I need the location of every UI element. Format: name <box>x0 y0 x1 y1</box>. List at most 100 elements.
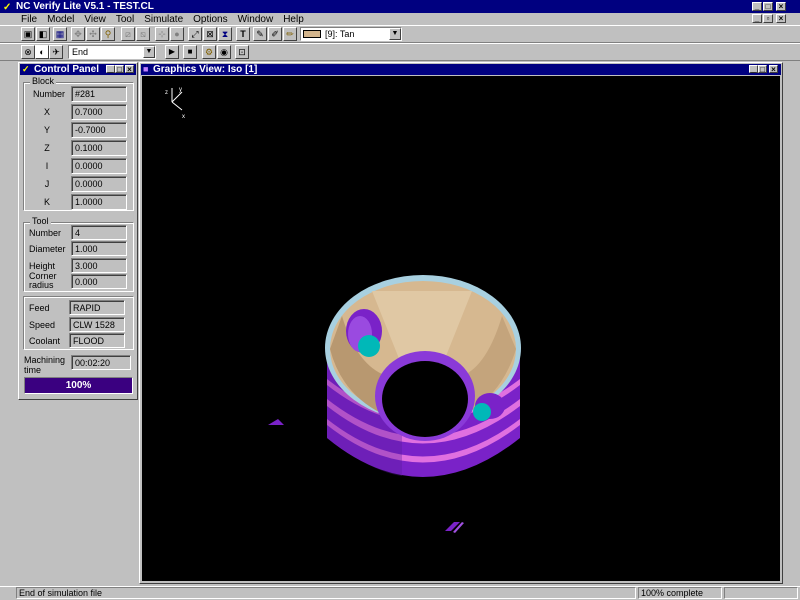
graphics-maximize-button[interactable]: □ <box>758 65 767 74</box>
save-icon[interactable]: ◧ <box>36 27 50 41</box>
tool-tip-left <box>358 335 380 357</box>
color-select[interactable]: [9]: Tan ▼ <box>300 27 402 41</box>
status-progress-text: 100% complete <box>641 588 704 598</box>
compare-icon[interactable]: ⊠ <box>203 27 217 41</box>
control-panel-title: Control Panel <box>34 64 100 75</box>
speed-field: CLW 1528 <box>69 317 125 332</box>
axis-y-label: y <box>179 87 182 93</box>
block-z-label: Z <box>44 143 50 153</box>
axis-x-label: x <box>182 114 185 120</box>
mode-select-value: End <box>72 47 89 57</box>
rewind-icon[interactable]: ◐ <box>35 45 49 59</box>
workpiece-model <box>325 275 521 477</box>
chip-fragment-1 <box>268 419 284 425</box>
section-icon[interactable]: ⧄ <box>121 27 135 41</box>
block-j-label: J <box>44 179 50 189</box>
graphics-canvas[interactable]: z y x <box>142 76 780 581</box>
mode-select[interactable]: End ▼ <box>68 45 156 59</box>
graphics-view-title: Graphics View: Iso [1] <box>153 64 258 75</box>
reset-icon[interactable]: ⊗ <box>21 45 35 59</box>
tool-corner-radius-label: Corner radius <box>29 271 57 290</box>
machining-time-field: 00:02:20 <box>71 355 131 370</box>
coolant-field: FLOOD <box>69 333 125 348</box>
app-title-bar: ✓ NC Verify Lite V5.1 - TEST.CL <box>0 0 800 13</box>
tool-color-icon[interactable]: ✏ <box>283 27 297 41</box>
progress-bar: 100% <box>24 377 133 394</box>
tool-select-icon[interactable]: ✎ <box>253 27 267 41</box>
doc-close-button[interactable]: × <box>776 14 786 23</box>
app-title: NC Verify Lite V5.1 - TEST.CL <box>16 1 154 12</box>
tool-icon[interactable]: T <box>236 27 250 41</box>
chevron-down-icon[interactable]: ▼ <box>143 46 155 58</box>
tool-tip-right <box>473 403 491 421</box>
tool-edit-icon[interactable]: ✐ <box>268 27 282 41</box>
doc-restore-button[interactable]: ▫ <box>763 14 773 23</box>
graphics-view-title-bar: ■ Graphics View: Iso [1] <box>141 64 781 75</box>
tool-number-label: Number <box>29 228 62 238</box>
tool-height-field: 3.000 <box>71 258 127 273</box>
block-group-label: Block <box>30 76 57 86</box>
block-y-label: Y <box>43 125 50 135</box>
menu-bar: File Model View Tool Simulate Options Window He… <box>16 13 309 25</box>
block-y-field: -0.7000 <box>71 122 127 138</box>
zoom-fit-icon[interactable]: ⊡ <box>235 45 249 59</box>
block-j-field: 0.0000 <box>71 176 127 192</box>
feed-field: RAPID <box>69 300 125 315</box>
tool-diameter-field: 1.000 <box>71 241 127 256</box>
block-x-field: 0.7000 <box>71 104 127 120</box>
axis-z-label: z <box>165 90 168 96</box>
ring-hole <box>382 361 468 437</box>
color-select-value: [9]: Tan <box>325 29 355 39</box>
status-message: End of simulation file <box>16 587 636 599</box>
block-number-label: Number <box>33 89 66 99</box>
app-close-button[interactable]: × <box>776 2 786 11</box>
block-i-label: I <box>45 161 49 171</box>
panel-icon: ✓ <box>22 64 30 74</box>
graphics-view-icon: ■ <box>143 64 149 74</box>
analyze-icon[interactable]: ⧗ <box>218 27 232 41</box>
tool-height-label: Height <box>29 261 56 271</box>
graphics-close-button[interactable]: × <box>769 65 778 74</box>
stop-icon[interactable]: ■ <box>183 45 197 59</box>
tool-group-label: Tool <box>30 216 51 226</box>
panel-maximize-button[interactable]: □ <box>115 65 124 74</box>
step-icon[interactable]: ✈ <box>49 45 63 59</box>
slice-icon[interactable]: ⧅ <box>136 27 150 41</box>
block-k-field: 1.0000 <box>71 194 127 210</box>
block-number-field: #281 <box>71 86 127 102</box>
speed-label: Speed <box>29 320 56 330</box>
app-minimize-button[interactable]: _ <box>752 2 762 11</box>
app-icon: ✓ <box>3 2 12 13</box>
tool-number-field: 4 <box>71 225 127 240</box>
app-maximize-button[interactable]: □ <box>763 2 773 11</box>
block-i-field: 0.0000 <box>71 158 127 174</box>
model-icon[interactable]: ▦ <box>53 27 67 41</box>
tool-corner-radius-field: 0.000 <box>71 274 127 289</box>
move-icon[interactable]: ✥ <box>71 27 85 41</box>
rotate-icon[interactable]: ✣ <box>86 27 100 41</box>
block-x-label: X <box>43 107 50 117</box>
settings-icon[interactable]: ⚙ <box>202 45 216 59</box>
chevron-down-icon[interactable]: ▼ <box>389 28 401 40</box>
tool-path-icon[interactable]: ⊹ <box>155 27 169 41</box>
status-progress: 100% complete <box>638 587 722 599</box>
doc-minimize-button[interactable]: _ <box>752 14 762 23</box>
panel-close-button[interactable]: × <box>125 65 134 74</box>
coolant-label: Coolant <box>29 336 61 346</box>
feed-label: Feed <box>29 303 50 313</box>
color-swatch <box>303 30 321 38</box>
sphere-icon[interactable]: ● <box>170 27 184 41</box>
view-icon[interactable]: ◉ <box>217 45 231 59</box>
block-k-label: K <box>43 197 50 207</box>
panel-minimize-button[interactable]: _ <box>106 65 115 74</box>
zoom-icon[interactable]: ⚲ <box>101 27 115 41</box>
status-pane-empty <box>724 587 798 599</box>
machining-time-label: Machining time <box>24 355 66 375</box>
play-icon[interactable]: ▶ <box>165 45 179 59</box>
graphics-svg: z y x <box>165 87 521 533</box>
block-z-field: 0.1000 <box>71 140 127 156</box>
measure-icon[interactable]: ⤢ <box>188 27 202 41</box>
progress-label: 100% <box>65 380 92 391</box>
graphics-minimize-button[interactable]: _ <box>749 65 758 74</box>
open-file-icon[interactable]: ▣ <box>21 27 35 41</box>
